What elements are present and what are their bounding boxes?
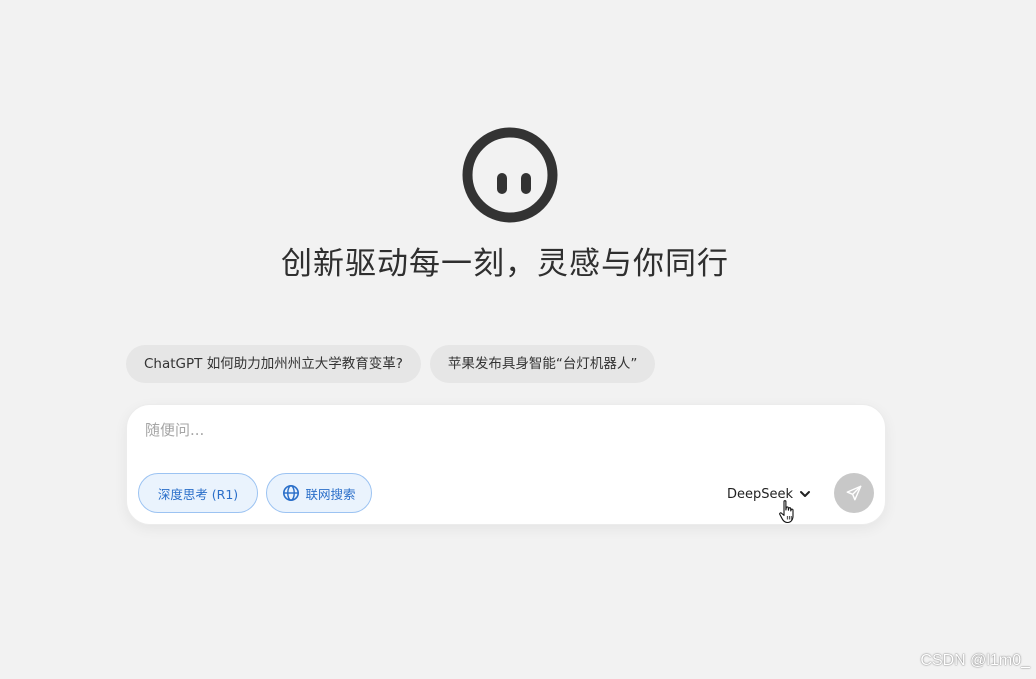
model-selected-label: DeepSeek	[727, 486, 794, 502]
deep-think-button[interactable]: 深度思考 (R1)	[138, 473, 258, 513]
model-selector[interactable]: DeepSeek	[727, 483, 811, 505]
watermark: CSDN @l1m0_	[920, 652, 1030, 669]
web-search-button[interactable]: 联网搜索	[266, 473, 372, 513]
chat-composer: 深度思考 (R1) 联网搜索 DeepSeek	[126, 404, 886, 525]
page-headline: 创新驱动每一刻，灵感与你同行	[281, 246, 729, 282]
chat-input[interactable]	[145, 417, 845, 443]
send-button[interactable]	[834, 473, 874, 513]
globe-icon	[283, 484, 300, 502]
suggestion-chip-chatgpt[interactable]: ChatGPT 如何助力加州州立大学教育变革?	[126, 345, 421, 383]
deep-think-label: 深度思考 (R1)	[157, 486, 239, 502]
face-logo-icon	[462, 127, 558, 223]
chevron-down-icon	[800, 491, 811, 497]
suggestion-chip-apple[interactable]: 苹果发布具身智能“台灯机器人”	[429, 345, 656, 383]
suggestion-list: ChatGPT 如何助力加州州立大学教育变革? 苹果发布具身智能“台灯机器人”	[126, 345, 656, 383]
web-search-label: 联网搜索	[305, 486, 356, 502]
paper-plane-icon	[846, 485, 862, 501]
